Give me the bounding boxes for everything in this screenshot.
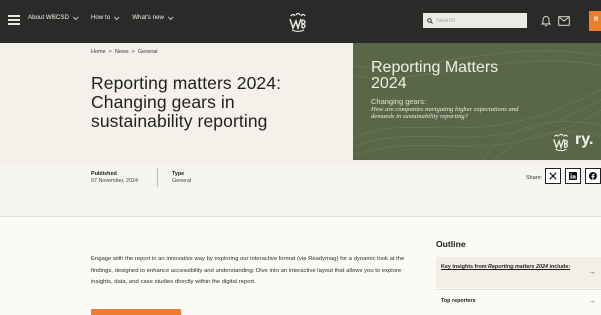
linkedin-icon	[569, 172, 577, 180]
nav-item-label: What's new	[132, 14, 164, 21]
published-date: 07 November, 2024	[91, 178, 139, 184]
hamburger-menu-icon[interactable]	[8, 15, 20, 25]
breadcrumb: Home > News > General	[91, 49, 157, 55]
share-x-button[interactable]	[545, 168, 561, 184]
nav-item-how-to[interactable]: How to	[90, 13, 120, 21]
meta-divider	[157, 168, 158, 187]
nav-item-whats-new[interactable]: What's new	[132, 13, 174, 21]
top-navigation-bar: About WBCSD How to What's new R	[0, 0, 601, 43]
main-nav: About WBCSD How to What's new	[28, 13, 174, 21]
nav-item-label: About WBCSD	[28, 14, 69, 21]
search-icon	[427, 17, 433, 24]
nav-item-label: How to	[90, 14, 111, 21]
breadcrumb-general[interactable]: General	[138, 49, 158, 55]
image-question: How are companies navigating higher expe…	[371, 106, 519, 121]
x-logo-icon	[549, 172, 557, 180]
arrow-right-icon: →	[588, 296, 596, 305]
image-subtitle: Changing gears:	[371, 97, 427, 106]
arrow-right-icon: →	[588, 267, 596, 276]
chevron-down-icon	[72, 13, 79, 20]
image-title: Reporting Matters 2024	[371, 59, 499, 92]
search-input[interactable]	[436, 17, 516, 24]
breadcrumb-separator: >	[108, 49, 112, 55]
message-icon[interactable]	[558, 16, 570, 26]
wbcsd-logo-icon	[553, 133, 568, 152]
hero-image: Reporting Matters 2024 Changing gears: H…	[353, 43, 601, 160]
type-label: Type	[172, 171, 185, 177]
outline-item-label: Key insights from Reporting matters 2024…	[441, 264, 571, 270]
explore-report-button[interactable]	[91, 309, 181, 315]
share-facebook-button[interactable]	[585, 168, 601, 184]
wbcsd-logo-icon[interactable]	[287, 11, 309, 33]
page-title: Reporting matters 2024: Changing gears i…	[91, 73, 282, 131]
type-value: General	[172, 178, 192, 184]
chevron-down-icon	[114, 13, 120, 20]
outline-item-label: Top reporters	[441, 298, 476, 304]
share-linkedin-button[interactable]	[565, 168, 581, 184]
type-meta: Type General	[172, 171, 191, 184]
published-label: Published	[91, 171, 117, 177]
bell-icon[interactable]	[541, 15, 551, 27]
chevron-down-icon	[167, 13, 174, 20]
intro-paragraph: Engage with the report in an innovative …	[91, 256, 405, 285]
partner-logo: ry.	[575, 131, 594, 148]
outline-item-top-reporters[interactable]: Top reporters →	[436, 289, 601, 313]
search-box[interactable]	[423, 13, 527, 28]
share-label: Share:	[526, 175, 543, 181]
outline-item-key-insights[interactable]: Key insights from Reporting matters 2024…	[436, 257, 601, 288]
nav-item-about[interactable]: About WBCSD	[28, 13, 79, 21]
outline-heading: Outline	[436, 239, 466, 249]
published-meta: Published 07 November, 2024	[91, 171, 138, 184]
facebook-icon	[589, 172, 597, 180]
top-cta-button[interactable]: R	[589, 11, 601, 31]
breadcrumb-home[interactable]: Home	[91, 49, 106, 55]
breadcrumb-news[interactable]: News	[115, 49, 129, 55]
breadcrumb-separator: >	[131, 49, 135, 55]
